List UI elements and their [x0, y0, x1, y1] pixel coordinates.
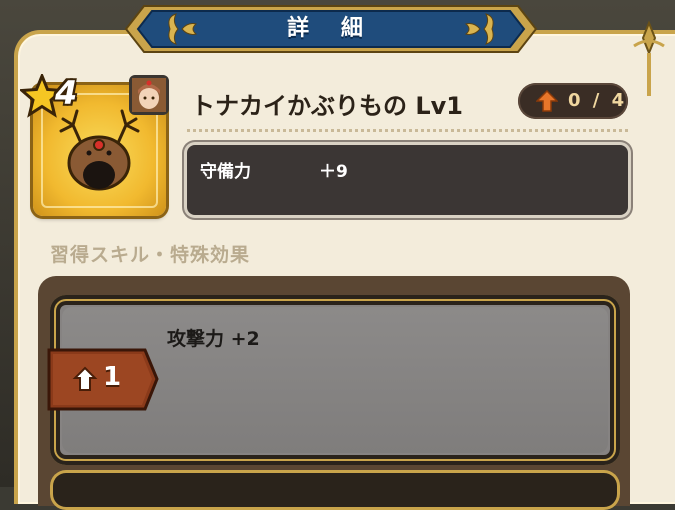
section-heading-skills: 習得スキル・特殊効果: [50, 244, 251, 266]
character-face-icon: [132, 78, 166, 112]
stat-box: 守備力 ＋9: [187, 145, 628, 215]
title-banner: 詳 細: [122, 0, 540, 58]
divider: [187, 129, 628, 132]
item-name: トナカイかぶりもの Lv1: [191, 92, 463, 120]
skill-effect: 攻撃力 +2: [167, 328, 260, 350]
stat-label-defense: 守備力: [200, 162, 251, 182]
equipped-character-avatar[interactable]: [129, 75, 169, 115]
corner-ornament-icon: [633, 20, 665, 96]
upgrade-count: 0 / 4: [568, 90, 628, 111]
upgrade-count-badge: 0 / 4: [518, 83, 628, 119]
skill-card-next: [50, 470, 620, 510]
arrow-up-icon: [536, 90, 558, 112]
stat-value-defense: ＋9: [319, 162, 348, 182]
page-title: 詳 細: [287, 16, 375, 41]
rarity-level: 4: [55, 74, 78, 112]
unlock-level: 1: [103, 362, 122, 392]
